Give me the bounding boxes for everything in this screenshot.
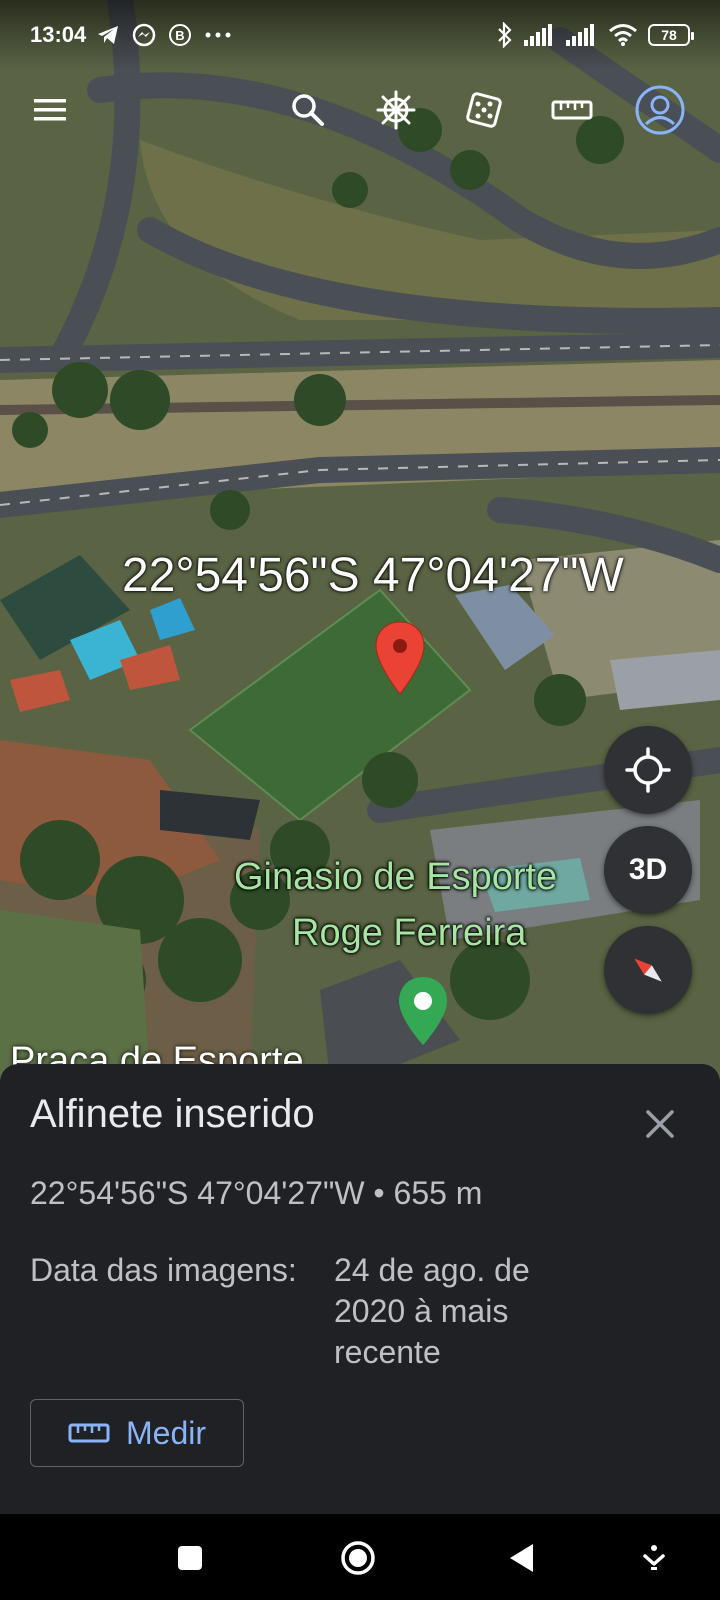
pin-coordinates: 22°54'56"S 47°04'27"W • 655 m	[30, 1175, 483, 1211]
b-circle-icon: B	[169, 24, 192, 46]
clock: 13:04	[30, 22, 87, 47]
battery-indicator: 78	[648, 24, 694, 46]
compass-button[interactable]	[604, 926, 692, 1014]
voyager-button[interactable]	[368, 82, 424, 138]
crosshair-icon	[625, 747, 671, 793]
home-button[interactable]	[336, 1536, 380, 1580]
imagery-date-row: Data das imagens: 24 de ago. de 2020 à m…	[30, 1250, 690, 1373]
my-location-button[interactable]	[604, 726, 692, 814]
poi-pin-icon[interactable]	[396, 975, 450, 1047]
bluetooth-icon	[498, 22, 512, 48]
place-label-line2[interactable]: Roge Ferreira	[292, 912, 526, 955]
more-dots-icon	[205, 32, 231, 38]
home-icon	[341, 1541, 375, 1575]
svg-text:B: B	[176, 28, 185, 43]
close-icon[interactable]	[640, 1104, 680, 1144]
keyboard-hide-icon	[643, 1545, 665, 1570]
ruler-icon	[68, 1423, 110, 1443]
measure-label: Medir	[125, 1414, 206, 1451]
messenger-icon	[133, 23, 156, 47]
voyager-wheel-icon	[376, 90, 416, 130]
measure-tool-button[interactable]	[544, 82, 600, 138]
imagery-date-value: 24 de ago. de 2020 à mais recente	[334, 1252, 530, 1370]
account-icon	[635, 85, 685, 135]
3d-toggle-button[interactable]: 3D	[604, 826, 692, 914]
feeling-lucky-button[interactable]	[456, 82, 512, 138]
search-button[interactable]	[280, 82, 336, 138]
telegram-icon	[98, 26, 119, 44]
pin-info-sheet: Alfinete inserido 22°54'56"S 47°04'27"W …	[0, 1064, 720, 1514]
measure-button[interactable]: Medir	[30, 1399, 244, 1467]
dice-icon	[466, 92, 502, 128]
top-toolbar	[0, 82, 720, 142]
wifi-icon	[609, 24, 637, 46]
menu-icon	[34, 99, 66, 121]
satellite-map[interactable]: 22°54'56"S 47°04'27"W Ginasio de Esporte…	[0, 0, 720, 1080]
search-icon	[292, 94, 324, 126]
3d-label: 3D	[628, 853, 668, 886]
signal-icon	[524, 24, 552, 46]
menu-button[interactable]	[22, 82, 78, 138]
coordinate-overlay: 22°54'56"S 47°04'27"W	[122, 549, 624, 602]
recents-icon	[178, 1546, 202, 1570]
compass-icon	[634, 958, 662, 982]
status-bar: 13:04 B 78	[0, 0, 720, 70]
sheet-title: Alfinete inserido	[30, 1092, 315, 1136]
back-button[interactable]	[500, 1536, 544, 1580]
recents-button[interactable]	[168, 1536, 212, 1580]
back-icon	[510, 1544, 533, 1572]
ruler-icon	[551, 100, 593, 120]
keyboard-hide-button[interactable]	[632, 1536, 676, 1580]
dropped-pin-icon[interactable]	[374, 620, 426, 696]
account-button[interactable]	[632, 82, 688, 138]
place-label-line1[interactable]: Ginasio de Esporte	[234, 856, 557, 899]
signal-icon	[566, 24, 594, 46]
system-nav-bar	[0, 1514, 720, 1600]
battery-level: 78	[661, 27, 677, 43]
imagery-date-label: Data das imagens:	[30, 1252, 297, 1288]
